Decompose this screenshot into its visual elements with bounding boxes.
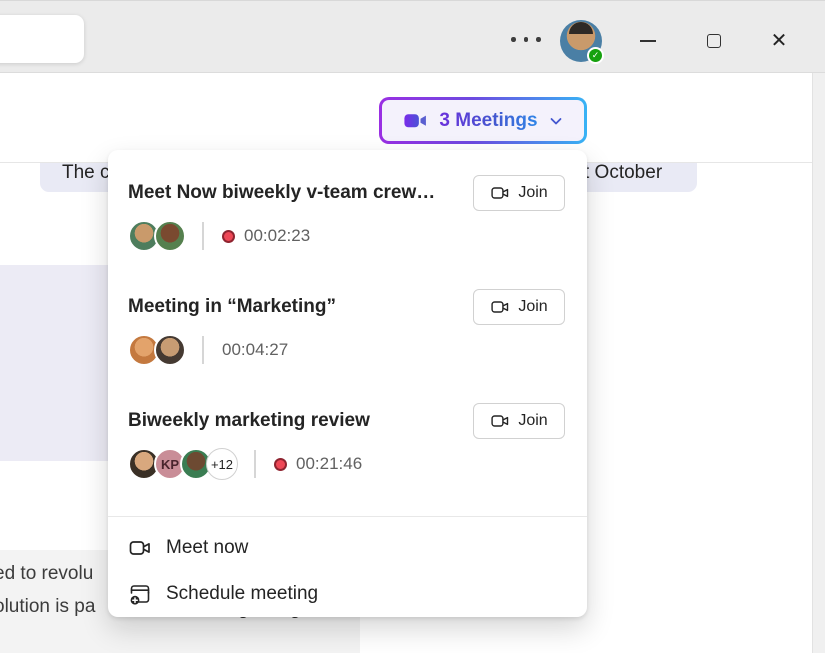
meeting-duration: 00:04:27	[222, 340, 288, 360]
meeting-title: Biweekly marketing review	[128, 410, 370, 432]
video-camera-icon	[128, 536, 152, 560]
join-label: Join	[518, 184, 547, 202]
join-button[interactable]: Join	[473, 175, 565, 211]
action-label: Meet now	[166, 537, 248, 559]
chevron-down-icon	[548, 113, 564, 129]
meeting-row: Meet Now biweekly v-team crew… Join 00:0…	[108, 174, 587, 252]
meetings-count-label: 3 Meetings	[439, 110, 537, 132]
video-camera-filled-icon	[402, 107, 429, 134]
join-button[interactable]: Join	[473, 289, 565, 325]
participant-avatar	[154, 334, 186, 366]
action-schedule-meeting[interactable]: Schedule meeting	[108, 571, 587, 617]
recording-icon	[222, 230, 235, 243]
video-camera-icon	[490, 183, 510, 203]
recording-icon	[274, 458, 287, 471]
doc-text-left: The c	[62, 162, 110, 184]
meeting-duration: 00:02:23	[244, 226, 310, 246]
join-label: Join	[518, 412, 547, 430]
sub-separator	[202, 222, 204, 250]
titlebar-more-icon[interactable]	[511, 37, 541, 42]
meeting-row: Meeting in “Marketing” Join 00:04:27	[108, 288, 587, 366]
meetings-dropdown-button[interactable]: 3 Meetings	[379, 97, 587, 144]
join-button[interactable]: Join	[473, 403, 565, 439]
meetings-list: Meet Now biweekly v-team crew… Join 00:0…	[108, 174, 587, 480]
video-camera-icon	[490, 411, 510, 431]
teams-window: The c t October ed to revolu olution is …	[0, 0, 825, 653]
participant-overflow-badge: +12	[206, 448, 238, 480]
action-label: Schedule meeting	[166, 583, 318, 605]
avatar-hair	[569, 22, 593, 34]
sub-separator	[254, 450, 256, 478]
titlebar: ✓ ✕	[0, 0, 825, 73]
meetings-dropdown-panel: Meet Now biweekly v-team crew… Join 00:0…	[108, 150, 587, 617]
meeting-row: Biweekly marketing review Join KP+12 00:…	[108, 402, 587, 480]
maximize-button[interactable]	[697, 25, 731, 57]
doc-bottom-text: ed to revolu olution is pa	[0, 557, 95, 623]
window-edge-strip[interactable]	[812, 0, 825, 653]
window-tab-stub[interactable]	[0, 15, 84, 63]
participant-avatar	[154, 220, 186, 252]
doc-text-right: t October	[584, 162, 662, 184]
meeting-title: Meet Now biweekly v-team crew…	[128, 182, 435, 204]
sub-separator	[202, 336, 204, 364]
video-camera-icon	[490, 297, 510, 317]
minimize-button[interactable]	[631, 25, 665, 57]
user-avatar[interactable]: ✓	[560, 20, 602, 62]
calendar-add-icon	[128, 582, 152, 606]
meeting-title: Meeting in “Marketing”	[128, 296, 336, 318]
close-button[interactable]: ✕	[762, 25, 796, 57]
join-label: Join	[518, 298, 547, 316]
meeting-duration: 00:21:46	[296, 454, 362, 474]
action-meet-now[interactable]: Meet now	[108, 525, 587, 571]
status-available-icon: ✓	[587, 47, 604, 64]
panel-actions: Meet now Schedule meeting	[108, 517, 587, 617]
